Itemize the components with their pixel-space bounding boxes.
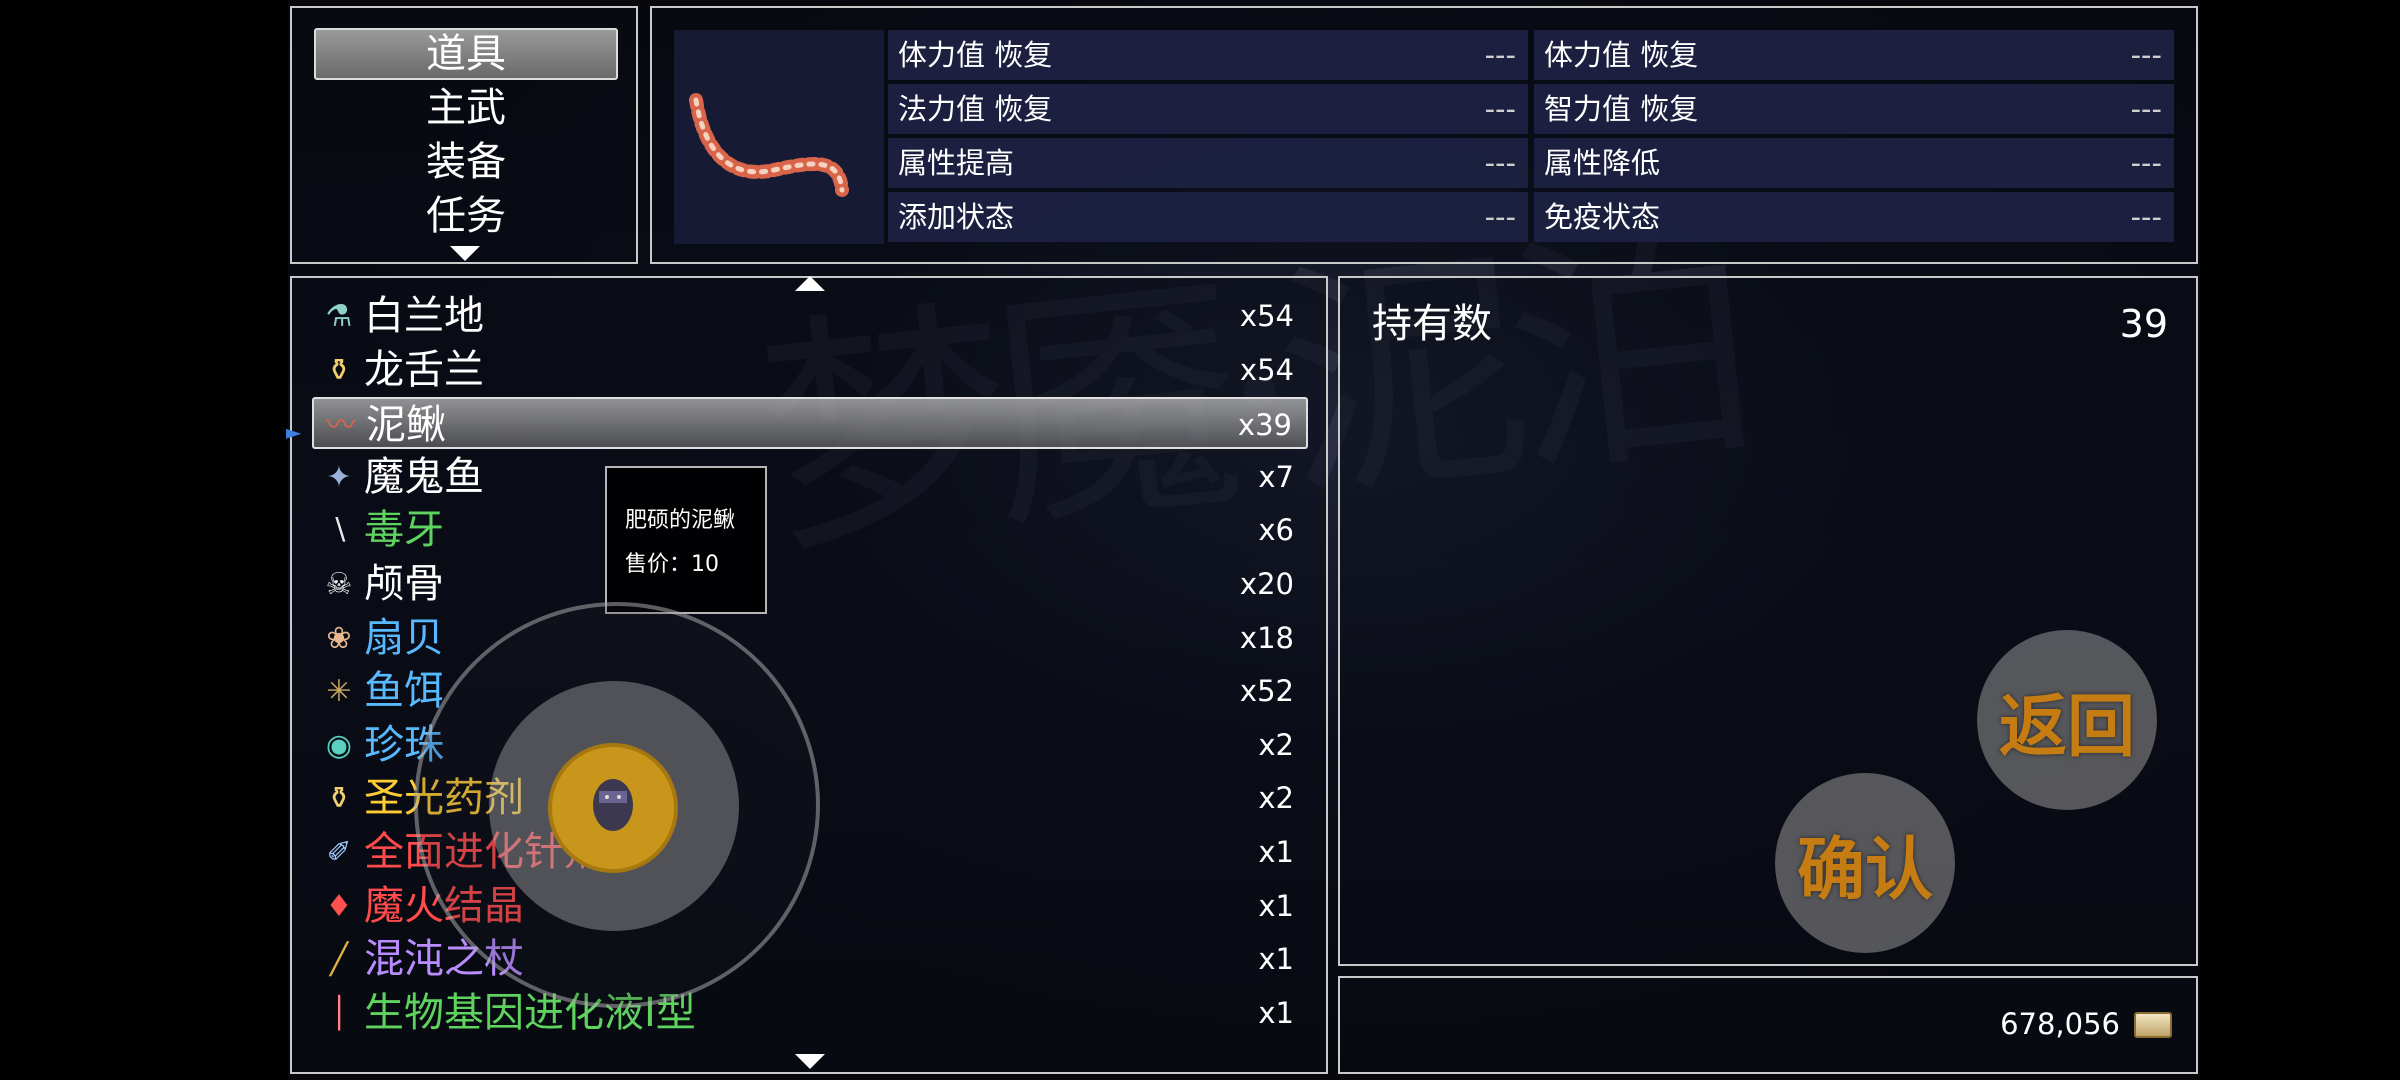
item-quantity: x54 bbox=[1239, 352, 1294, 387]
item-quantity: x1 bbox=[1258, 888, 1294, 923]
pearl-icon: ◉ bbox=[325, 727, 353, 763]
item-row[interactable]: ⚱ 龙舌兰 x54 bbox=[312, 344, 1308, 396]
item-name: 白兰地 bbox=[364, 293, 484, 339]
item-quantity: x54 bbox=[1239, 299, 1294, 333]
stat-label: 添加状态 bbox=[898, 200, 1015, 234]
joystick-knob[interactable] bbox=[548, 743, 678, 873]
holding-count-window: 持有数 39 bbox=[1338, 276, 2198, 966]
stat-value: --- bbox=[1484, 146, 1516, 180]
item-quantity: x20 bbox=[1239, 567, 1294, 601]
item-row[interactable]: ∖ 毒牙 x6 bbox=[312, 504, 1308, 556]
category-equipment[interactable]: 装备 bbox=[314, 136, 618, 188]
stat-label: 属性提高 bbox=[898, 146, 1015, 180]
bait-icon: ✳ bbox=[326, 674, 352, 710]
tooltip-description: 肥硕的泥鳅 bbox=[625, 508, 736, 533]
potion-icon: ⚱ bbox=[326, 352, 352, 388]
item-row[interactable]: ✦ 魔鬼鱼 x7 bbox=[312, 451, 1308, 503]
item-row[interactable]: ⚗ 白兰地 x54 bbox=[312, 290, 1308, 342]
stat-value: --- bbox=[2130, 92, 2162, 126]
stat-add-state: 添加状态 --- bbox=[888, 192, 1528, 242]
item-row[interactable]: ❀ 扇贝 x18 bbox=[312, 612, 1308, 664]
stat-value: --- bbox=[2130, 38, 2162, 72]
confirm-button[interactable]: 确认 bbox=[1775, 773, 1955, 953]
vial-icon: │ bbox=[329, 995, 349, 1031]
tooltip-price: 售价：10 bbox=[625, 552, 719, 577]
item-name: 扇贝 bbox=[364, 614, 444, 661]
item-tooltip: 肥硕的泥鳅 售价：10 bbox=[605, 466, 767, 614]
scroll-up-icon[interactable] bbox=[795, 276, 825, 291]
back-button[interactable]: 返回 bbox=[1977, 630, 2157, 810]
stat-label: 免疫状态 bbox=[1544, 200, 1661, 234]
stat-label: 体力值 恢复 bbox=[1544, 38, 1699, 72]
category-window: 道具 主武 装备 任务 bbox=[290, 6, 638, 264]
stat-hp-recover-2: 体力值 恢复 --- bbox=[1534, 30, 2174, 80]
stat-attribute-down: 属性降低 --- bbox=[1534, 138, 2174, 188]
stat-value: --- bbox=[1484, 92, 1516, 126]
stat-value: --- bbox=[1484, 38, 1516, 72]
fang-icon: ∖ bbox=[329, 513, 349, 549]
stat-label: 法力值 恢复 bbox=[898, 92, 1053, 126]
item-quantity: x6 bbox=[1258, 513, 1294, 548]
item-name: 龙舌兰 bbox=[364, 346, 484, 393]
skull-icon: ☠ bbox=[325, 567, 353, 602]
category-weapons[interactable]: 主武 bbox=[314, 82, 618, 134]
worm-icon bbox=[689, 93, 849, 197]
holding-label: 持有数 bbox=[1372, 301, 1492, 347]
fish-icon: ✦ bbox=[326, 459, 352, 495]
category-items[interactable]: 道具 bbox=[314, 28, 618, 80]
crystal-icon: ♦ bbox=[325, 888, 353, 924]
category-quests[interactable]: 任务 bbox=[314, 190, 618, 242]
stat-value: --- bbox=[1484, 200, 1516, 234]
item-quantity: x39 bbox=[1237, 408, 1292, 443]
item-preview bbox=[674, 30, 884, 244]
staff-icon: ╱ bbox=[329, 942, 349, 978]
item-name: 泥鳅 bbox=[366, 402, 446, 449]
item-quantity: x7 bbox=[1258, 459, 1294, 494]
item-quantity: x18 bbox=[1239, 620, 1294, 655]
stat-int-recover: 智力值 恢复 --- bbox=[1534, 84, 2174, 134]
potion-icon: ⚱ bbox=[326, 781, 352, 817]
item-list-window: ⚗ 白兰地 x54 ⚱ 龙舌兰 x54 〰泥鳅 x39 ✦ 魔鬼鱼 x7 ∖ 毒牙 x6 ☠ 颅骨 x20 ❀ 扇贝… bbox=[290, 276, 1328, 1074]
stat-label: 智力值 恢复 bbox=[1544, 92, 1699, 126]
stat-immune-state: 免疫状态 --- bbox=[1534, 192, 2174, 242]
worm-icon: 〰 bbox=[326, 408, 356, 444]
scroll-down-icon[interactable] bbox=[450, 246, 480, 261]
gold-window: 678,056 bbox=[1338, 976, 2198, 1074]
stat-label: 属性降低 bbox=[1544, 146, 1661, 180]
bottle-icon: ⚗ bbox=[325, 299, 353, 334]
item-name: 颅骨 bbox=[364, 561, 444, 607]
stat-label: 体力值 恢复 bbox=[898, 38, 1053, 72]
item-quantity: x1 bbox=[1258, 835, 1294, 869]
stat-hp-recover: 体力值 恢复 --- bbox=[888, 30, 1528, 80]
stat-mp-recover: 法力值 恢复 --- bbox=[888, 84, 1528, 134]
item-quantity: x2 bbox=[1258, 781, 1294, 816]
item-quantity: x2 bbox=[1258, 727, 1294, 762]
stat-attribute-up: 属性提高 --- bbox=[888, 138, 1528, 188]
item-quantity: x52 bbox=[1239, 674, 1294, 709]
item-name: 鱼饵 bbox=[364, 668, 444, 715]
selection-cursor-icon: ► bbox=[286, 420, 302, 444]
item-row[interactable]: │ 生物基因进化液I型 x1 bbox=[312, 987, 1308, 1039]
item-row[interactable]: ╱ 混沌之杖 x1 bbox=[312, 933, 1308, 985]
stat-value: --- bbox=[2130, 146, 2162, 180]
gold-icon bbox=[2134, 1012, 2172, 1038]
character-icon bbox=[593, 779, 633, 831]
item-detail-window: 体力值 恢复 --- 法力值 恢复 --- 属性提高 --- 添加状态 --- 体力值 … bbox=[650, 6, 2198, 264]
item-row[interactable]: 〰泥鳅 x39 bbox=[312, 397, 1308, 450]
shell-icon: ❀ bbox=[326, 620, 352, 656]
stat-value: --- bbox=[2130, 200, 2162, 234]
item-quantity: x1 bbox=[1258, 942, 1294, 977]
syringe-icon: ✐ bbox=[326, 835, 352, 870]
item-name: 魔鬼鱼 bbox=[364, 453, 484, 500]
gold-amount: 678,056 bbox=[2000, 1007, 2120, 1041]
item-row[interactable]: ☠ 颅骨 x20 bbox=[312, 558, 1308, 610]
scroll-down-icon[interactable] bbox=[795, 1054, 825, 1069]
item-name: 毒牙 bbox=[364, 507, 444, 554]
holding-value: 39 bbox=[2119, 302, 2168, 346]
item-quantity: x1 bbox=[1258, 995, 1294, 1030]
